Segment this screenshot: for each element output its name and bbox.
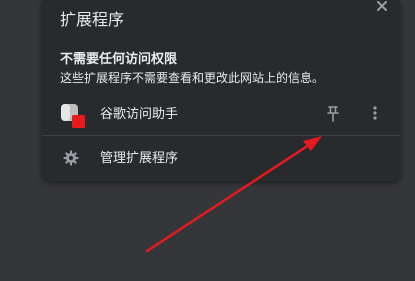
close-button[interactable]	[374, 0, 390, 14]
extensions-popup: 扩展程序 不需要任何访问权限 这些扩展程序不需要查看和更改此网站上的信息。 谷歌…	[42, 0, 400, 181]
section-description: 这些扩展程序不需要查看和更改此网站上的信息。	[60, 71, 325, 85]
section-heading: 不需要任何访问权限	[60, 52, 178, 67]
popup-title: 扩展程序	[60, 10, 125, 29]
divider	[42, 135, 400, 136]
extension-row[interactable]: 谷歌访问助手	[42, 98, 400, 132]
extension-name[interactable]: 谷歌访问助手	[100, 106, 178, 123]
pin-button[interactable]	[325, 105, 341, 123]
more-options-button[interactable]	[368, 104, 382, 122]
gear-icon	[63, 150, 79, 166]
pin-icon	[327, 106, 339, 122]
more-vert-icon	[373, 106, 377, 120]
manage-extensions-label[interactable]: 管理扩展程序	[100, 150, 178, 167]
extension-icon	[61, 104, 85, 128]
close-icon	[377, 1, 387, 11]
manage-extensions-row[interactable]: 管理扩展程序	[42, 142, 400, 174]
